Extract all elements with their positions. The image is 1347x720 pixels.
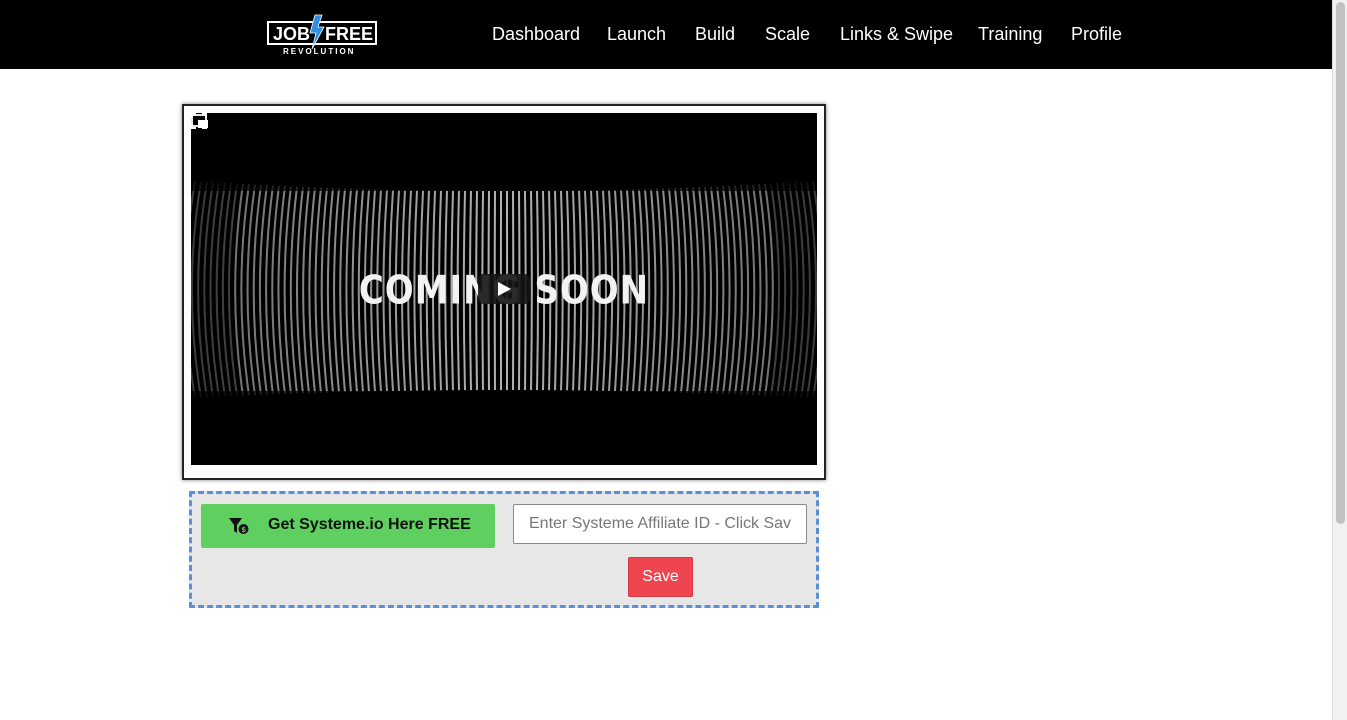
nav-launch[interactable]: Launch: [607, 22, 666, 46]
nav-dashboard[interactable]: Dashboard: [492, 22, 580, 46]
video-frame: COMING SOON: [182, 104, 826, 480]
scrollbar-thumb[interactable]: [1336, 2, 1345, 524]
logo-graphic: JOB FREE REVOLUTION: [267, 14, 377, 56]
video-player[interactable]: COMING SOON: [191, 113, 817, 465]
nav-scale[interactable]: Scale: [765, 22, 810, 46]
top-navbar: JOB FREE REVOLUTION Dashboard Launch Bui…: [0, 0, 1332, 69]
funnel-dollar-icon: $: [229, 518, 249, 534]
get-systeme-button-label: Get Systeme.io Here FREE: [268, 516, 471, 533]
job-free-revolution-logo[interactable]: JOB FREE REVOLUTION: [267, 13, 379, 57]
affiliate-id-input[interactable]: [513, 504, 807, 544]
get-systeme-button[interactable]: $ Get Systeme.io Here FREE: [201, 504, 495, 548]
nav-training[interactable]: Training: [978, 22, 1042, 46]
play-icon: [498, 282, 511, 296]
nav-build[interactable]: Build: [695, 22, 735, 46]
nav-links-swipe[interactable]: Links & Swipe: [840, 22, 953, 46]
nav-profile[interactable]: Profile: [1071, 22, 1122, 46]
logo-text-revolution: REVOLUTION: [283, 47, 355, 56]
logo-text-free: FREE: [325, 24, 373, 44]
vertical-scrollbar[interactable]: [1332, 0, 1347, 720]
svg-text:$: $: [241, 526, 246, 534]
save-button[interactable]: Save: [628, 557, 693, 597]
affiliate-form-panel: $ Get Systeme.io Here FREE Save: [189, 491, 819, 608]
logo-text-job: JOB: [273, 24, 310, 44]
fullscreen-icon[interactable]: [191, 113, 207, 129]
page: JOB FREE REVOLUTION Dashboard Launch Bui…: [0, 0, 1347, 720]
play-button[interactable]: [478, 274, 530, 304]
